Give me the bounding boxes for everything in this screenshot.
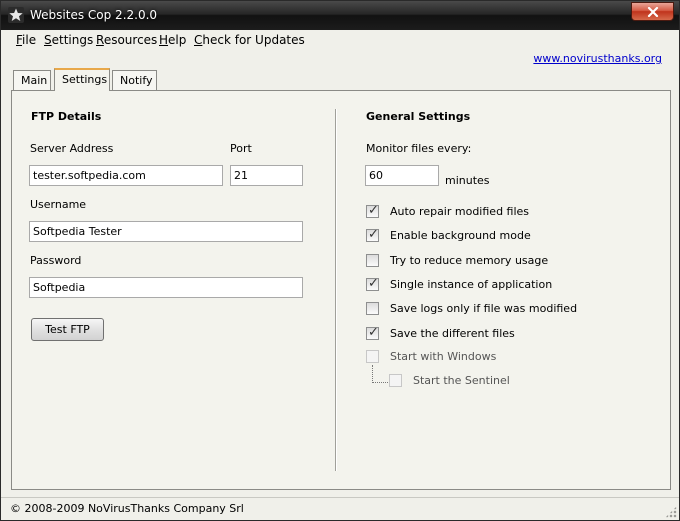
option-label: Start with Windows: [390, 350, 497, 363]
website-link[interactable]: www.novirusthanks.org: [533, 52, 662, 65]
ftp-section-title: FTP Details: [31, 110, 102, 123]
option-label: Save the different files: [390, 327, 515, 340]
username-input[interactable]: [29, 221, 303, 242]
status-bar: © 2008-2009 NoVirusThanks Company Srl: [1, 497, 679, 520]
close-button[interactable]: [631, 2, 674, 21]
menu-bar: File Settings Resources Help Check for U…: [1, 30, 679, 52]
copyright-text: © 2008-2009 NoVirusThanks Company Srl: [10, 502, 244, 515]
background-mode-checkbox[interactable]: ✓: [366, 227, 379, 242]
check-mark-icon: ✓: [368, 203, 379, 218]
close-icon: [647, 6, 658, 17]
monitor-files-label: Monitor files every:: [366, 142, 472, 155]
reduce-memory-checkbox[interactable]: [366, 254, 379, 267]
tab-notify[interactable]: Notify: [112, 70, 157, 90]
save-different-files-checkbox[interactable]: ✓: [366, 325, 379, 340]
window-title: Websites Cop 2.2.0.0: [30, 8, 158, 22]
main-window: Websites Cop 2.2.0.0 File Settings Resou…: [0, 0, 680, 521]
tab-settings[interactable]: Settings: [54, 68, 110, 91]
option-label: Single instance of application: [390, 278, 553, 291]
option-label: Save logs only if file was modified: [390, 302, 578, 315]
server-address-label: Server Address: [30, 142, 114, 155]
tab-label: Settings: [62, 73, 108, 86]
auto-repair-checkbox[interactable]: ✓: [366, 203, 379, 218]
option-label: Start the Sentinel: [413, 374, 510, 387]
title-bar[interactable]: Websites Cop 2.2.0.0: [1, 1, 679, 30]
start-with-windows-checkbox[interactable]: [366, 350, 379, 363]
save-logs-checkbox[interactable]: [366, 302, 379, 315]
start-sentinel-checkbox[interactable]: [389, 374, 402, 387]
tab-label: Main: [21, 74, 48, 87]
monitor-interval-input[interactable]: [365, 165, 439, 186]
menu-settings[interactable]: Settings: [44, 33, 93, 47]
server-address-input[interactable]: [29, 165, 223, 186]
menu-file[interactable]: File: [16, 33, 36, 47]
check-mark-icon: ✓: [368, 227, 379, 242]
option-label: Try to reduce memory usage: [390, 254, 549, 267]
option-label: Enable background mode: [390, 229, 531, 242]
port-input[interactable]: [230, 165, 303, 186]
resize-grip-icon[interactable]: [665, 506, 677, 518]
password-label: Password: [30, 254, 82, 267]
section-divider: [335, 109, 337, 471]
tab-label: Notify: [120, 74, 153, 87]
username-label: Username: [30, 198, 87, 211]
tab-main[interactable]: Main: [13, 70, 51, 90]
menu-help[interactable]: Help: [159, 33, 186, 47]
menu-resources[interactable]: Resources: [96, 33, 157, 47]
tree-connector-horizontal: [372, 382, 390, 383]
check-mark-icon: ✓: [368, 276, 379, 291]
single-instance-checkbox[interactable]: ✓: [366, 276, 379, 291]
general-section-title: General Settings: [366, 110, 471, 123]
app-star-icon: [8, 7, 24, 23]
check-mark-icon: ✓: [368, 325, 379, 340]
test-ftp-button[interactable]: Test FTP: [31, 318, 104, 341]
minutes-label: minutes: [445, 174, 490, 187]
menu-check-for-updates[interactable]: Check for Updates: [194, 33, 305, 47]
password-input[interactable]: [29, 277, 303, 298]
option-label: Auto repair modified files: [390, 205, 530, 218]
tree-connector-vertical: [372, 365, 373, 383]
port-label: Port: [230, 142, 252, 155]
